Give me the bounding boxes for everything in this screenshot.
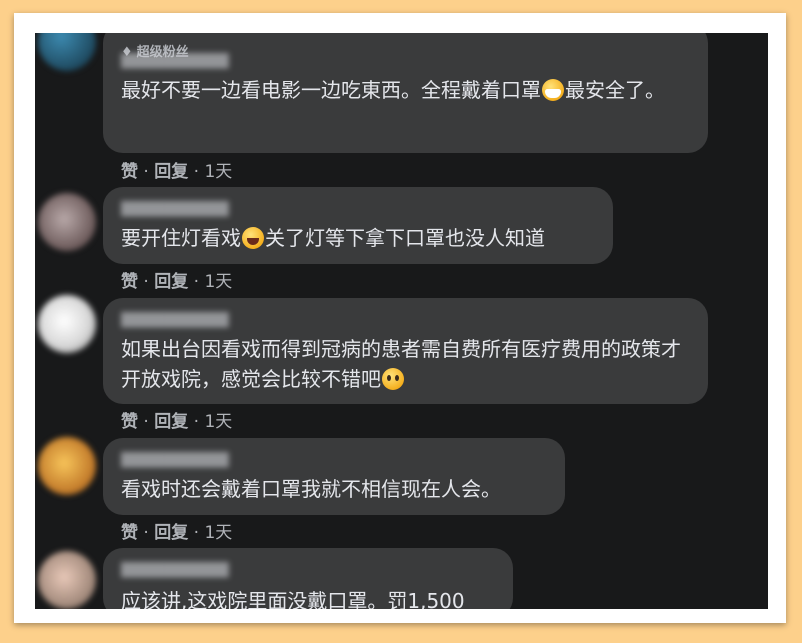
separator: · xyxy=(193,162,200,182)
avatar[interactable] xyxy=(38,193,96,251)
separator: · xyxy=(143,523,149,543)
separator: · xyxy=(193,412,200,432)
comment-actions: 赞 · 回复 · 1天 xyxy=(121,407,232,432)
separator: · xyxy=(193,523,200,543)
avatar[interactable] xyxy=(38,295,96,353)
separator: · xyxy=(193,272,200,292)
separator: · xyxy=(143,272,149,292)
separator: · xyxy=(143,162,149,182)
commenter-name-blurred[interactable]: ██████████ xyxy=(121,201,271,217)
comment-text: 如果出台因看戏而得到冠病的患者需自费所有医疗费用的政策才开放戏院，感觉会比较不错… xyxy=(121,337,681,391)
comment-bubble: ██████████ 应该讲,这戏院里面没戴口罩。罚1,500 xyxy=(103,548,513,609)
timestamp[interactable]: 1天 xyxy=(204,272,232,292)
commenter-name-blurred[interactable]: ██████████ xyxy=(121,53,271,69)
comment-text: 看戏时还会戴着口罩我就不相信现在人会。 xyxy=(121,477,501,501)
comment-text: 要开住灯看戏 关了灯等下拿下口罩也没人知道 xyxy=(121,226,545,250)
comment-text: 最好不要一边看电影一边吃東西。全程戴着口罩 最安全了。 xyxy=(121,78,665,102)
flushed-face-emoji-icon xyxy=(382,368,404,390)
reply-link[interactable]: 回复 xyxy=(154,272,188,292)
like-link[interactable]: 赞 xyxy=(121,162,138,182)
commenter-name-blurred[interactable]: ██████████ xyxy=(121,452,271,468)
like-link[interactable]: 赞 xyxy=(121,272,138,292)
mask-face-emoji-icon xyxy=(542,79,564,101)
commenter-name-blurred[interactable]: ██████████ xyxy=(121,562,271,578)
comment-thread: ♦ 超级粉丝 ██████████ 最好不要一边看电影一边吃東西。全程戴着口罩 最安… xyxy=(35,33,768,609)
comment-bubble: ██████████ 看戏时还会戴着口罩我就不相信现在人会。 xyxy=(103,438,565,515)
comment-actions: 赞 · 回复 · 1天 xyxy=(121,157,232,182)
comment-actions: 赞 · 回复 · 1天 xyxy=(121,518,232,543)
timestamp[interactable]: 1天 xyxy=(204,412,232,432)
comment-bubble: ♦ 超级粉丝 ██████████ 最好不要一边看电影一边吃東西。全程戴着口罩 最安… xyxy=(103,33,708,153)
avatar[interactable] xyxy=(38,551,96,609)
separator: · xyxy=(143,412,149,432)
comment-bubble: ██████████ 要开住灯看戏 关了灯等下拿下口罩也没人知道 xyxy=(103,187,613,264)
reply-link[interactable]: 回复 xyxy=(154,523,188,543)
reply-link[interactable]: 回复 xyxy=(154,412,188,432)
timestamp[interactable]: 1天 xyxy=(204,523,232,543)
avatar[interactable] xyxy=(38,437,96,495)
reply-link[interactable]: 回复 xyxy=(154,162,188,182)
commenter-name-blurred[interactable]: ██████████ xyxy=(121,312,271,328)
comment-bubble: ██████████ 如果出台因看戏而得到冠病的患者需自费所有医疗费用的政策才开… xyxy=(103,298,708,404)
avatar[interactable] xyxy=(38,33,96,71)
rolling-laughing-emoji-icon xyxy=(242,227,264,249)
like-link[interactable]: 赞 xyxy=(121,412,138,432)
like-link[interactable]: 赞 xyxy=(121,523,138,543)
comment-text: 应该讲,这戏院里面没戴口罩。罚1,500 xyxy=(121,589,465,609)
timestamp[interactable]: 1天 xyxy=(204,162,232,182)
comment-actions: 赞 · 回复 · 1天 xyxy=(121,267,232,292)
